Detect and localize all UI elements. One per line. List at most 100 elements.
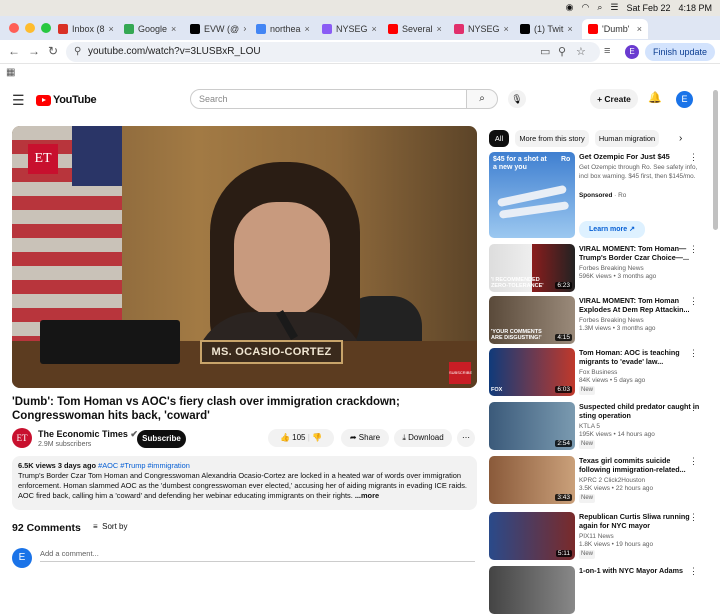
comment-input[interactable]: Add a comment...	[40, 549, 475, 562]
controls-icon[interactable]: ☰	[610, 2, 618, 13]
more-vert-icon[interactable]: ⋮	[689, 402, 698, 413]
create-button[interactable]: + Create	[590, 89, 638, 109]
reload-icon[interactable]: ↻	[48, 44, 58, 58]
scrollbar[interactable]	[713, 90, 718, 230]
subscribe-button[interactable]: Subscribe	[137, 430, 186, 448]
control-center-icon[interactable]: ◉	[566, 2, 574, 13]
video-player[interactable]: ET MS. OCASIO-CORTEZ SUBSCRIBE	[12, 126, 477, 388]
cast-icon[interactable]: ▭	[540, 45, 550, 58]
media-icon[interactable]: ≡	[604, 45, 610, 57]
et-logo: ET	[28, 144, 58, 174]
thumbs-up-icon: 👍	[279, 433, 290, 442]
share-icon: ➦	[349, 433, 357, 442]
browser-tab[interactable]: Inbox (8 ×	[52, 19, 114, 39]
recommended-video[interactable]: 'I RECOMMENDED ZERO-TOLERANCE' 6:23 VIRAL …	[489, 244, 711, 294]
more-vert-icon[interactable]: ⋮	[689, 244, 698, 255]
like-button[interactable]: 👍 105	[280, 433, 306, 442]
search-input[interactable]: Search	[190, 89, 467, 109]
close-window-button[interactable]	[9, 23, 19, 33]
recommended-meta: 84K views • 5 days ago	[579, 377, 646, 384]
description-box[interactable]: 6.5K views 3 days ago #AOC #Trump #immig…	[12, 456, 477, 510]
site-info-icon[interactable]: ⚲	[74, 42, 81, 62]
video-thumbnail[interactable]: 'I RECOMMENDED ZERO-TOLERANCE' 6:23	[489, 244, 575, 292]
browser-tab[interactable]: 'Dumb' ×	[582, 19, 648, 39]
more-actions-button[interactable]: ⋯	[457, 429, 475, 447]
minimize-window-button[interactable]	[25, 23, 35, 33]
close-tab-icon[interactable]: ×	[637, 24, 642, 34]
video-thumbnail[interactable]: 2:54	[489, 402, 575, 450]
browser-tab[interactable]: NYSEG ×	[316, 19, 378, 39]
youtube-logo[interactable]: YouTube	[36, 94, 97, 106]
learn-more-button[interactable]: Learn more ↗	[579, 221, 645, 238]
sort-by-button[interactable]: ≡ Sort by	[93, 522, 127, 531]
zoom-window-button[interactable]	[41, 23, 51, 33]
recommended-video[interactable]: FOX 6:03 Tom Homan: AOC is teaching migran…	[489, 348, 711, 398]
ad-thumbnail[interactable]: $45 for a shot at a new you Ro	[489, 152, 575, 238]
close-tab-icon[interactable]: ×	[109, 24, 114, 34]
chip-more-from-story[interactable]: More from this story	[515, 130, 589, 147]
video-thumbnail[interactable]: 'YOUR COMMENTS ARE DISGUSTING!' 4:15	[489, 296, 575, 344]
dislike-button[interactable]: 👎	[312, 433, 322, 442]
recommended-meta: 1.8K views • 19 hours ago	[579, 541, 653, 548]
video-title: 'Dumb': Tom Homan vs AOC's fiery clash o…	[12, 396, 400, 422]
channel-name[interactable]: The Economic Times ✔	[38, 429, 138, 440]
voice-search-button[interactable]: 🎙	[508, 90, 526, 108]
browser-tab[interactable]: (1) Twit ×	[514, 19, 576, 39]
zoom-icon[interactable]: ⚲	[558, 45, 566, 58]
recommended-video[interactable]: 3:43 Texas girl commits suicide following…	[489, 456, 711, 506]
chip-human-migration[interactable]: Human migration	[595, 130, 659, 147]
browser-tab[interactable]: Several ×	[382, 19, 444, 39]
profile-avatar[interactable]: E	[625, 45, 639, 59]
close-tab-icon[interactable]: ×	[171, 24, 176, 34]
more-vert-icon[interactable]: ⋮	[689, 152, 698, 163]
more-vert-icon[interactable]: ⋮	[689, 296, 698, 307]
close-tab-icon[interactable]: ×	[567, 24, 572, 34]
apps-grid-icon[interactable]: ▦	[6, 67, 15, 78]
browser-tab[interactable]: Google ×	[118, 19, 180, 39]
new-badge: New	[579, 440, 596, 449]
video-thumbnail[interactable]	[489, 566, 575, 614]
subscribe-watermark[interactable]: SUBSCRIBE	[449, 362, 472, 384]
bookmark-star-icon[interactable]: ☆	[576, 45, 586, 58]
browser-tab[interactable]: EVW (@ ×	[184, 19, 246, 39]
address-bar[interactable]: ⚲ youtube.com/watch?v=3LUSBxR_LOU	[66, 42, 600, 62]
more-vert-icon[interactable]: ⋮	[689, 512, 698, 523]
close-tab-icon[interactable]: ×	[437, 24, 442, 34]
search-button[interactable]: ⌕	[466, 89, 498, 109]
more-vert-icon[interactable]: ⋮	[689, 566, 698, 577]
close-tab-icon[interactable]: ×	[504, 24, 509, 34]
browser-tab[interactable]: northea ×	[250, 19, 312, 39]
close-tab-icon[interactable]: ×	[305, 24, 310, 34]
hamburger-menu-icon[interactable]: ☰	[12, 92, 25, 109]
video-thumbnail[interactable]: FOX 6:03	[489, 348, 575, 396]
forward-icon[interactable]: →	[28, 44, 40, 58]
wifi-icon[interactable]: ◠	[581, 2, 589, 13]
recommended-video[interactable]: 'YOUR COMMENTS ARE DISGUSTING!' 4:15 VIRAL…	[489, 296, 711, 346]
video-thumbnail[interactable]: 3:43	[489, 456, 575, 504]
more-vert-icon[interactable]: ⋮	[689, 348, 698, 359]
close-tab-icon[interactable]: ×	[243, 24, 246, 34]
browser-tab[interactable]: NYSEG ×	[448, 19, 510, 39]
notifications-bell-icon[interactable]: 🔔	[648, 91, 662, 104]
user-avatar[interactable]: E	[676, 91, 693, 108]
chip-all[interactable]: All	[489, 130, 509, 147]
more-link[interactable]: ...more	[355, 491, 379, 500]
chevron-right-icon[interactable]: ›	[679, 133, 682, 144]
video-thumbnail[interactable]: 5:11	[489, 512, 575, 560]
duration-badge: 3:43	[555, 494, 572, 501]
more-vert-icon[interactable]: ⋮	[689, 456, 698, 467]
new-badge: New	[579, 386, 596, 395]
share-button[interactable]: ➦ Share	[341, 429, 389, 447]
back-icon[interactable]: ←	[8, 44, 20, 58]
hashtags[interactable]: #AOC #Trump #immigration	[98, 461, 190, 470]
recommended-video[interactable]: 5:11 Republican Curtis Sliwa running agai…	[489, 512, 711, 562]
recommended-video[interactable]: 2:54 Suspected child predator caught in s…	[489, 402, 711, 452]
finish-update-button[interactable]: Finish update	[645, 43, 715, 61]
channel-avatar[interactable]: ET	[12, 428, 32, 448]
recommended-video[interactable]: 1-on-1 with NYC Mayor Adams ⋮	[489, 566, 711, 616]
nameplate: MS. OCASIO-CORTEZ	[200, 340, 343, 364]
download-button[interactable]: ⤓ Download	[394, 429, 452, 447]
search-icon[interactable]: ⌕	[597, 2, 602, 13]
close-tab-icon[interactable]: ×	[372, 24, 377, 34]
recommended-title: 1-on-1 with NYC Mayor Adams	[579, 566, 683, 575]
